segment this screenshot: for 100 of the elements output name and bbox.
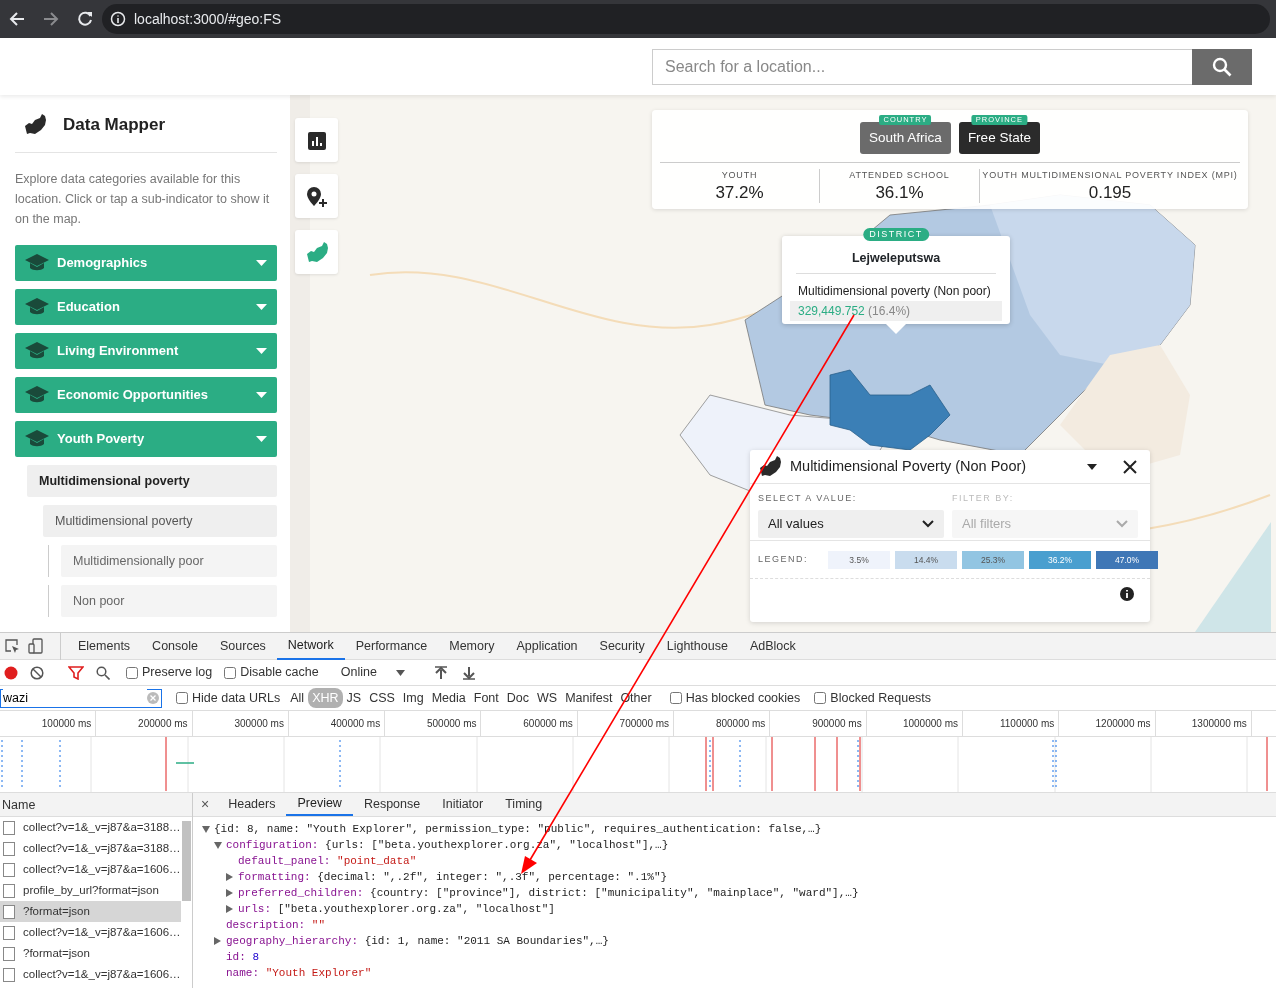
data-mapper-button[interactable]	[295, 230, 338, 274]
location-plus-icon	[305, 185, 328, 208]
devtools-tab[interactable]: Application	[505, 632, 589, 660]
upload-icon[interactable]	[434, 665, 447, 680]
indicator-item[interactable]: Multidimensional poverty	[43, 505, 277, 537]
stat-value: 0.195	[1088, 182, 1132, 203]
resource-type-filter[interactable]: JS	[342, 687, 366, 709]
resource-type-filter[interactable]: Img	[398, 687, 428, 709]
info-icon[interactable]	[1120, 587, 1134, 601]
stat-value: 36.1%	[875, 182, 924, 203]
json-property: description: ""	[226, 918, 326, 933]
location-level-button[interactable]: Free State	[958, 122, 1040, 154]
devtools-tab[interactable]: Network	[276, 632, 345, 660]
devtools-tab[interactable]: Performance	[344, 632, 439, 660]
timeline-tick-label: 400000 ms	[330, 718, 381, 729]
filter-field[interactable]: wazi	[0, 688, 162, 708]
request-row[interactable]: collect?v=1&_v=j87&a=1606…	[0, 859, 181, 880]
checkbox-label: Blocked Requests	[830, 689, 932, 707]
search-icon[interactable]	[96, 665, 110, 680]
checkbox-label: Disable cache	[240, 664, 319, 682]
indicator-item[interactable]: Multidimensionally poor	[61, 545, 277, 577]
caret-icon[interactable]	[1086, 462, 1098, 471]
checkbox[interactable]	[224, 666, 237, 679]
collapsed-triangle-icon[interactable]	[214, 937, 221, 945]
collapsed-triangle-icon[interactable]	[226, 889, 233, 897]
request-row[interactable]: collect?v=1&_v=j87&a=1606…	[0, 922, 181, 943]
stat-label: ATTENDED SCHOOL	[849, 169, 950, 182]
collapsed-triangle-icon[interactable]	[226, 873, 233, 881]
checkbox[interactable]	[126, 666, 138, 679]
caret-icon	[256, 436, 267, 442]
expanded-triangle-icon[interactable]	[201, 825, 210, 833]
inspect-icon[interactable]	[4, 638, 20, 654]
file-icon	[3, 967, 15, 982]
forward-icon[interactable]	[42, 10, 60, 28]
add-location-button[interactable]	[295, 174, 338, 218]
expanded-triangle-icon[interactable]	[213, 841, 222, 849]
resource-type-filter[interactable]: CSS	[365, 687, 399, 709]
reload-icon[interactable]	[76, 10, 94, 28]
request-row[interactable]: ?format=json	[0, 943, 181, 964]
detail-tab[interactable]: Response	[352, 793, 432, 816]
bar-chart-icon	[307, 131, 326, 150]
devtools-tab[interactable]: Sources	[209, 632, 277, 660]
devtools-tab[interactable]: Elements	[67, 632, 142, 660]
detail-tab[interactable]: Headers	[217, 793, 287, 816]
value-dropdown[interactable]: All values	[758, 509, 944, 538]
detail-tab[interactable]: Timing	[494, 793, 554, 816]
devtools-tab[interactable]: Security	[588, 632, 656, 660]
filter-icon[interactable]	[68, 665, 84, 680]
request-row[interactable]: collect?v=1&_v=j87&a=3188…	[0, 838, 181, 859]
checkbox[interactable]	[176, 692, 188, 704]
indicator-item[interactable]: Multidimensional poverty	[27, 465, 277, 497]
clear-icon[interactable]	[30, 665, 44, 680]
devtools-tab[interactable]: AdBlock	[738, 632, 807, 660]
resource-type-filter[interactable]: WS	[533, 687, 562, 709]
request-row[interactable]: ?format=json	[0, 901, 181, 922]
timeline-tick-label: 1200000 ms	[1095, 718, 1151, 729]
address-bar[interactable]: localhost:3000/#geo:FS	[102, 4, 1270, 34]
resource-type-filter[interactable]: Font	[469, 687, 503, 709]
location-search-field[interactable]: Search for a location...	[652, 48, 1192, 85]
record-icon[interactable]	[4, 665, 18, 680]
indicator-item[interactable]: Non poor	[61, 585, 277, 617]
devtools-tab[interactable]: Memory	[438, 632, 506, 660]
json-property: geography_hierarchy: {id: 1, name: "2011 SA Boundaries",…}	[226, 934, 609, 949]
throttling-dropdown[interactable]: Online	[334, 662, 411, 683]
devtools-tab[interactable]: Console	[141, 632, 209, 660]
graduation-cap-icon	[25, 386, 49, 404]
file-icon	[3, 925, 15, 940]
detail-tab[interactable]: Initiator	[431, 793, 495, 816]
request-row[interactable]: collect?v=1&_v=j87&a=3188…	[0, 817, 181, 838]
request-row[interactable]: profile_by_url?format=json	[0, 880, 181, 901]
resource-type-filter[interactable]: Doc	[502, 687, 533, 709]
timeline-tick-label: 1100000 ms	[999, 718, 1055, 729]
detail-tab[interactable]: Preview	[286, 793, 353, 816]
graduation-cap-icon	[25, 298, 49, 316]
download-icon[interactable]	[462, 665, 475, 680]
back-icon[interactable]	[8, 10, 26, 28]
stat-value: 37.2%	[715, 182, 764, 203]
json-property: urls: ["beta.youthexplorer.org.za", "localhost"]	[238, 902, 555, 917]
checkbox[interactable]	[669, 692, 682, 704]
checkbox[interactable]	[814, 692, 827, 704]
request-row[interactable]: collect?v=1&_v=j87&a=1606…	[0, 964, 181, 985]
scrollbar[interactable]	[182, 821, 191, 901]
checkbox-label: Preserve log	[142, 664, 213, 682]
indicator-name: Multidimensional poverty (Non poor)	[798, 284, 991, 298]
timeline-tick-label: 200000 ms	[138, 718, 188, 729]
file-icon	[3, 820, 15, 835]
resource-type-filter[interactable]: Manifest	[561, 687, 617, 709]
clear-input-icon[interactable]	[147, 692, 159, 704]
collapsed-triangle-icon[interactable]	[226, 905, 233, 913]
close-button[interactable]: ×	[193, 793, 218, 816]
resource-type-filter[interactable]: All	[286, 687, 309, 709]
chart-button[interactable]	[295, 118, 338, 162]
resource-type-filter[interactable]: Media	[427, 687, 470, 709]
search-button[interactable]	[1192, 48, 1252, 85]
location-level-button[interactable]: South Africa	[860, 122, 951, 154]
close-icon[interactable]	[1122, 458, 1138, 475]
info-icon[interactable]	[110, 11, 126, 27]
stat-label: YOUTH	[721, 169, 758, 182]
device-toolbar-icon[interactable]	[28, 638, 44, 654]
devtools-tab[interactable]: Lighthouse	[655, 632, 739, 660]
